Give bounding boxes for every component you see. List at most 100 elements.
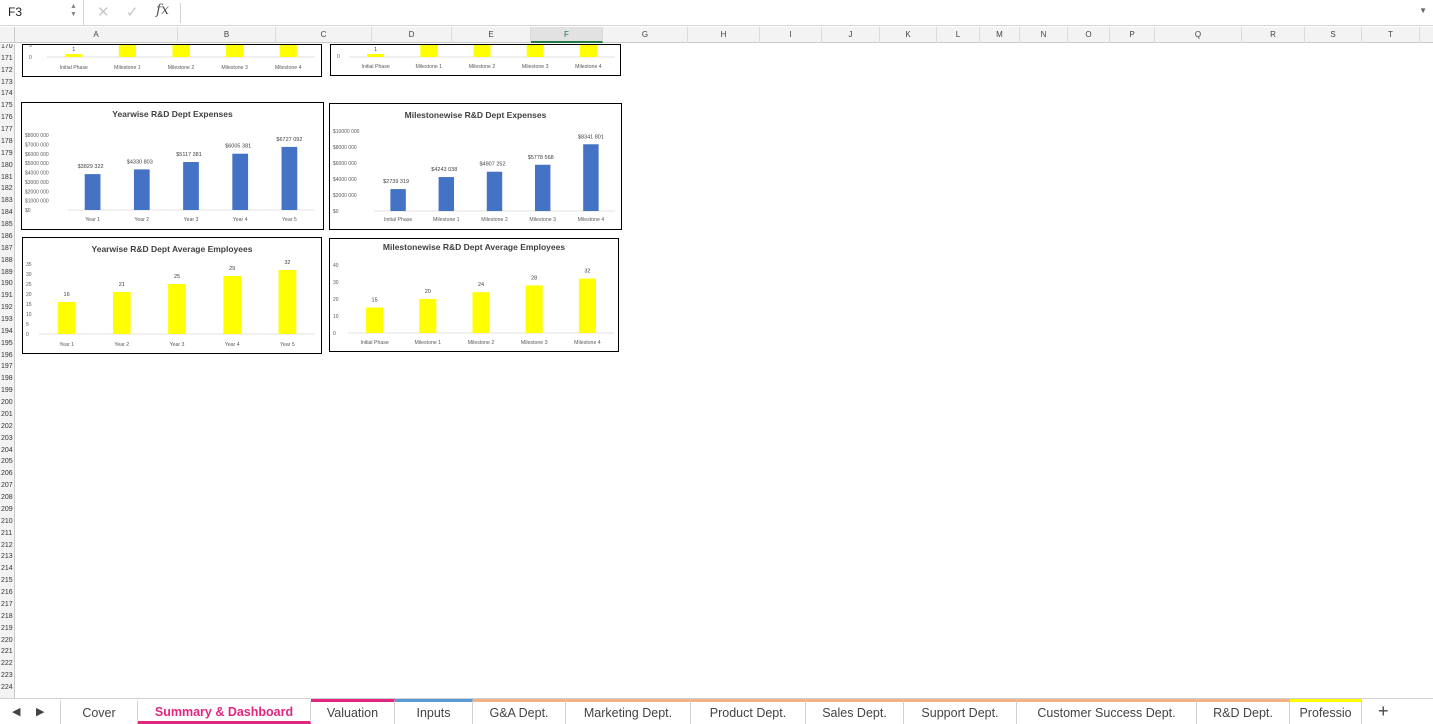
row-header-202[interactable]: 202 — [0, 421, 14, 433]
row-header-185[interactable]: 185 — [0, 219, 14, 231]
row-header-170[interactable]: 170 — [0, 44, 14, 53]
row-header-195[interactable]: 195 — [0, 338, 14, 350]
row-header-171[interactable]: 171 — [0, 53, 14, 65]
name-box-stepper-icon[interactable]: ▲ ▼ — [70, 3, 77, 19]
column-header-l[interactable]: L — [937, 27, 980, 43]
sheet-tab-marketing-dept[interactable]: Marketing Dept. — [566, 699, 691, 724]
column-header-f[interactable]: F — [531, 27, 603, 43]
column-header-t[interactable]: T — [1362, 27, 1420, 43]
column-header-a[interactable]: A — [15, 27, 178, 43]
sheet-tab-support-dept[interactable]: Support Dept. — [904, 699, 1017, 724]
row-header-173[interactable]: 173 — [0, 77, 14, 89]
chart-top-left-partial[interactable]: 5 0 1 Initial Phase Milestone 1 Milestone 2 Mi… — [22, 44, 322, 77]
row-header-214[interactable]: 214 — [0, 563, 14, 575]
select-all-corner[interactable] — [0, 27, 15, 43]
column-header-s[interactable]: S — [1305, 27, 1362, 43]
row-header-191[interactable]: 191 — [0, 290, 14, 302]
column-header-g[interactable]: G — [603, 27, 688, 43]
column-header-k[interactable]: K — [880, 27, 937, 43]
row-header-204[interactable]: 204 — [0, 445, 14, 457]
row-header-184[interactable]: 184 — [0, 207, 14, 219]
sheet-tab-r-d-dept[interactable]: R&D Dept. — [1197, 699, 1290, 724]
row-header-200[interactable]: 200 — [0, 397, 14, 409]
row-header-199[interactable]: 199 — [0, 385, 14, 397]
row-header-216[interactable]: 216 — [0, 587, 14, 599]
row-header-197[interactable]: 197 — [0, 361, 14, 373]
column-header-i[interactable]: I — [760, 27, 822, 43]
chart-yearwise-rd-employees[interactable]: Yearwise R&D Dept Average Employees 35 30 2… — [22, 237, 322, 354]
row-header-215[interactable]: 215 — [0, 575, 14, 587]
column-header-o[interactable]: O — [1068, 27, 1110, 43]
row-header-223[interactable]: 223 — [0, 670, 14, 682]
column-header-c[interactable]: C — [276, 27, 372, 43]
column-header-j[interactable]: J — [822, 27, 880, 43]
row-header-180[interactable]: 180 — [0, 160, 14, 172]
row-header-219[interactable]: 219 — [0, 623, 14, 635]
row-header-217[interactable]: 217 — [0, 599, 14, 611]
row-header-207[interactable]: 207 — [0, 480, 14, 492]
function-icon[interactable]: fx — [156, 2, 169, 18]
row-header-224[interactable]: 224 — [0, 682, 14, 694]
row-header-198[interactable]: 198 — [0, 373, 14, 385]
row-header-179[interactable]: 179 — [0, 148, 14, 160]
column-header-d[interactable]: D — [372, 27, 452, 43]
row-header-210[interactable]: 210 — [0, 516, 14, 528]
row-header-221[interactable]: 221 — [0, 646, 14, 658]
sheet-tab-customer-success-dept[interactable]: Customer Success Dept. — [1017, 699, 1197, 724]
row-header-203[interactable]: 203 — [0, 433, 14, 445]
row-header-220[interactable]: 220 — [0, 635, 14, 647]
row-header-222[interactable]: 222 — [0, 658, 14, 670]
chart-milestonewise-rd-employees[interactable]: Milestonewise R&D Dept Average Employees… — [329, 238, 619, 352]
row-header-190[interactable]: 190 — [0, 278, 14, 290]
row-header-181[interactable]: 181 — [0, 172, 14, 184]
row-header-209[interactable]: 209 — [0, 504, 14, 516]
sheet-tab-inputs[interactable]: Inputs — [395, 699, 473, 724]
row-header-194[interactable]: 194 — [0, 326, 14, 338]
row-header-193[interactable]: 193 — [0, 314, 14, 326]
row-header-178[interactable]: 178 — [0, 136, 14, 148]
row-header-192[interactable]: 192 — [0, 302, 14, 314]
row-header-188[interactable]: 188 — [0, 255, 14, 267]
sheet-tab-product-dept[interactable]: Product Dept. — [691, 699, 806, 724]
row-header-218[interactable]: 218 — [0, 611, 14, 623]
row-header-182[interactable]: 182 — [0, 183, 14, 195]
row-header-177[interactable]: 177 — [0, 124, 14, 136]
column-header-h[interactable]: H — [688, 27, 760, 43]
row-header-189[interactable]: 189 — [0, 267, 14, 279]
chart-milestonewise-rd-expenses[interactable]: Milestonewise R&D Dept Expenses $10000 00… — [329, 103, 622, 230]
row-header-208[interactable]: 208 — [0, 492, 14, 504]
row-header-187[interactable]: 187 — [0, 243, 14, 255]
sheet-tab-summary-dashboard[interactable]: Summary & Dashboard — [138, 699, 311, 724]
chart-yearwise-rd-expenses[interactable]: Yearwise R&D Dept Expenses $8000 000 $7000… — [21, 102, 324, 230]
row-header-183[interactable]: 183 — [0, 195, 14, 207]
row-header-201[interactable]: 201 — [0, 409, 14, 421]
row-header-211[interactable]: 211 — [0, 528, 14, 540]
chart-top-right-partial[interactable]: 0 1 Initial Phase Milestone 1 Milestone 2 Mil… — [330, 44, 621, 76]
column-header-m[interactable]: M — [980, 27, 1020, 43]
row-header-172[interactable]: 172 — [0, 65, 14, 77]
enter-icon[interactable]: ✓ — [126, 3, 139, 21]
row-header-176[interactable]: 176 — [0, 112, 14, 124]
column-header-n[interactable]: N — [1020, 27, 1068, 43]
row-header-174[interactable]: 174 — [0, 88, 14, 100]
row-header-206[interactable]: 206 — [0, 468, 14, 480]
row-header-196[interactable]: 196 — [0, 350, 14, 362]
column-header-q[interactable]: Q — [1155, 27, 1242, 43]
prev-sheet-icon[interactable]: ◀ — [12, 705, 20, 718]
row-header-212[interactable]: 212 — [0, 540, 14, 552]
sheet-tab-sales-dept[interactable]: Sales Dept. — [806, 699, 904, 724]
next-sheet-icon[interactable]: ▶ — [36, 705, 44, 718]
column-header-b[interactable]: B — [178, 27, 276, 43]
sheet-tab-professio[interactable]: Professio — [1290, 699, 1362, 724]
add-sheet-icon[interactable]: + — [1378, 701, 1389, 722]
column-header-e[interactable]: E — [452, 27, 531, 43]
formula-input[interactable] — [186, 3, 1416, 23]
column-header-r[interactable]: R — [1242, 27, 1305, 43]
sheet-tab-valuation[interactable]: Valuation — [311, 699, 395, 724]
sheet-tab-g-a-dept[interactable]: G&A Dept. — [473, 699, 566, 724]
sheet-tab-cover[interactable]: Cover — [60, 699, 138, 724]
column-header-p[interactable]: P — [1110, 27, 1155, 43]
row-header-175[interactable]: 175 — [0, 100, 14, 112]
row-header-213[interactable]: 213 — [0, 551, 14, 563]
row-header-205[interactable]: 205 — [0, 456, 14, 468]
